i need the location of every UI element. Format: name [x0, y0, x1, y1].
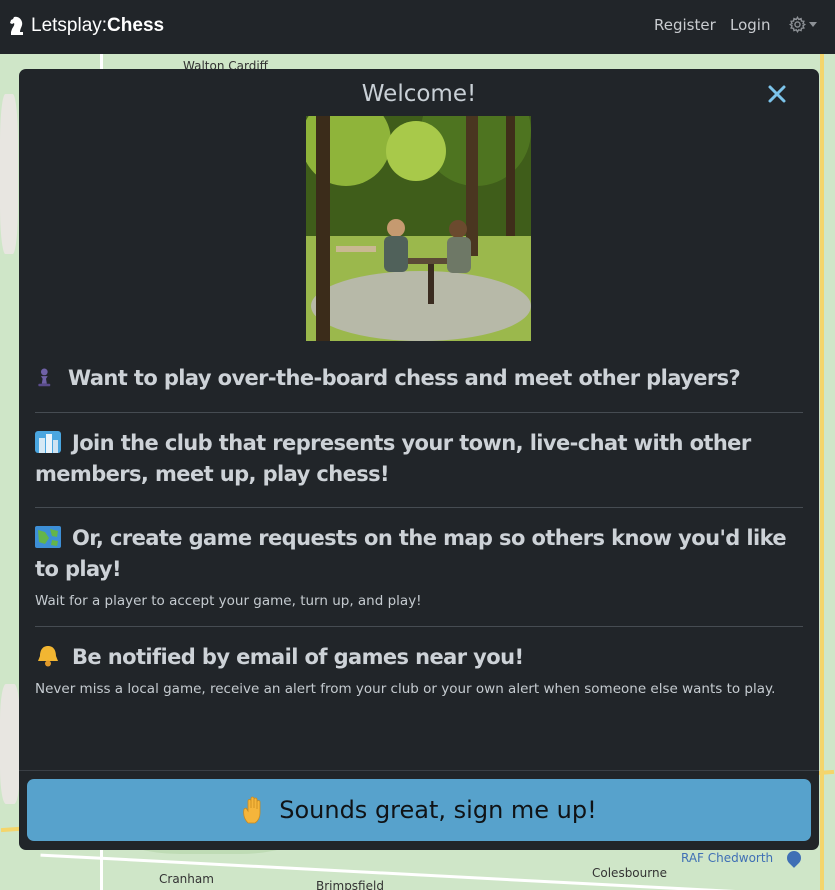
- city-icon: [35, 431, 61, 453]
- navbar: Letsplay: Chess Register Login: [0, 0, 835, 54]
- login-link[interactable]: Login: [730, 16, 770, 34]
- welcome-modal: Welcome! Want to play over-the-board che…: [19, 69, 819, 850]
- feature-heading: Want to play over-the-board chess and me…: [35, 363, 803, 394]
- feature-heading: Join the club that represents your town,…: [35, 428, 803, 490]
- feature-heading-text: Want to play over-the-board chess and me…: [68, 366, 741, 390]
- section-divider: [35, 507, 803, 508]
- brand-logo[interactable]: Letsplay: Chess: [8, 14, 164, 38]
- modal-footer-divider: [19, 770, 819, 771]
- sign-up-button-label: Sounds great, sign me up!: [279, 796, 597, 824]
- map-town: [0, 684, 20, 804]
- register-link[interactable]: Register: [654, 16, 716, 34]
- modal-title: Welcome!: [361, 81, 477, 107]
- feature-description: Never miss a local game, receive an aler…: [35, 681, 776, 697]
- feature-heading: Or, create game requests on the map so o…: [35, 523, 803, 585]
- map-road: [820, 54, 824, 890]
- map-town: [0, 94, 18, 254]
- map-icon: [35, 526, 61, 548]
- feature-section: Be notified by email of games near you! …: [35, 642, 803, 701]
- map-label: Cranham: [159, 872, 214, 886]
- close-icon: [768, 85, 786, 103]
- section-divider: [35, 626, 803, 627]
- feature-section: Want to play over-the-board chess and me…: [35, 363, 803, 394]
- close-button[interactable]: [766, 83, 788, 105]
- brand-prefix: Letsplay:: [31, 15, 108, 36]
- feature-section: Or, create game requests on the map so o…: [35, 523, 803, 613]
- map-label: RAF Chedworth: [681, 851, 774, 865]
- sign-up-button[interactable]: Sounds great, sign me up!: [27, 779, 811, 841]
- feature-section: Join the club that represents your town,…: [35, 428, 803, 490]
- feature-heading: Be notified by email of games near you!: [35, 642, 803, 673]
- settings-dropdown[interactable]: [789, 14, 819, 34]
- raised-hand-icon: [243, 796, 261, 824]
- map-label: Brimpsfield: [316, 879, 384, 890]
- knight-icon: [10, 16, 23, 35]
- gear-icon: [789, 15, 806, 33]
- bell-icon: [38, 646, 58, 667]
- feature-description: Wait for a player to accept your game, t…: [35, 593, 422, 609]
- section-divider: [35, 412, 803, 413]
- park-chess-photo: [306, 116, 531, 341]
- chevron-down-icon: [809, 21, 817, 27]
- feature-heading-text: Be notified by email of games near you!: [72, 645, 524, 669]
- pawn-icon: [38, 368, 51, 387]
- feature-heading-text: Join the club that represents your town,…: [35, 431, 751, 486]
- feature-heading-text: Or, create game requests on the map so o…: [35, 526, 787, 581]
- map-label: Colesbourne: [592, 866, 667, 880]
- map-marker-icon[interactable]: [784, 848, 804, 868]
- brand-name: Chess: [107, 15, 165, 36]
